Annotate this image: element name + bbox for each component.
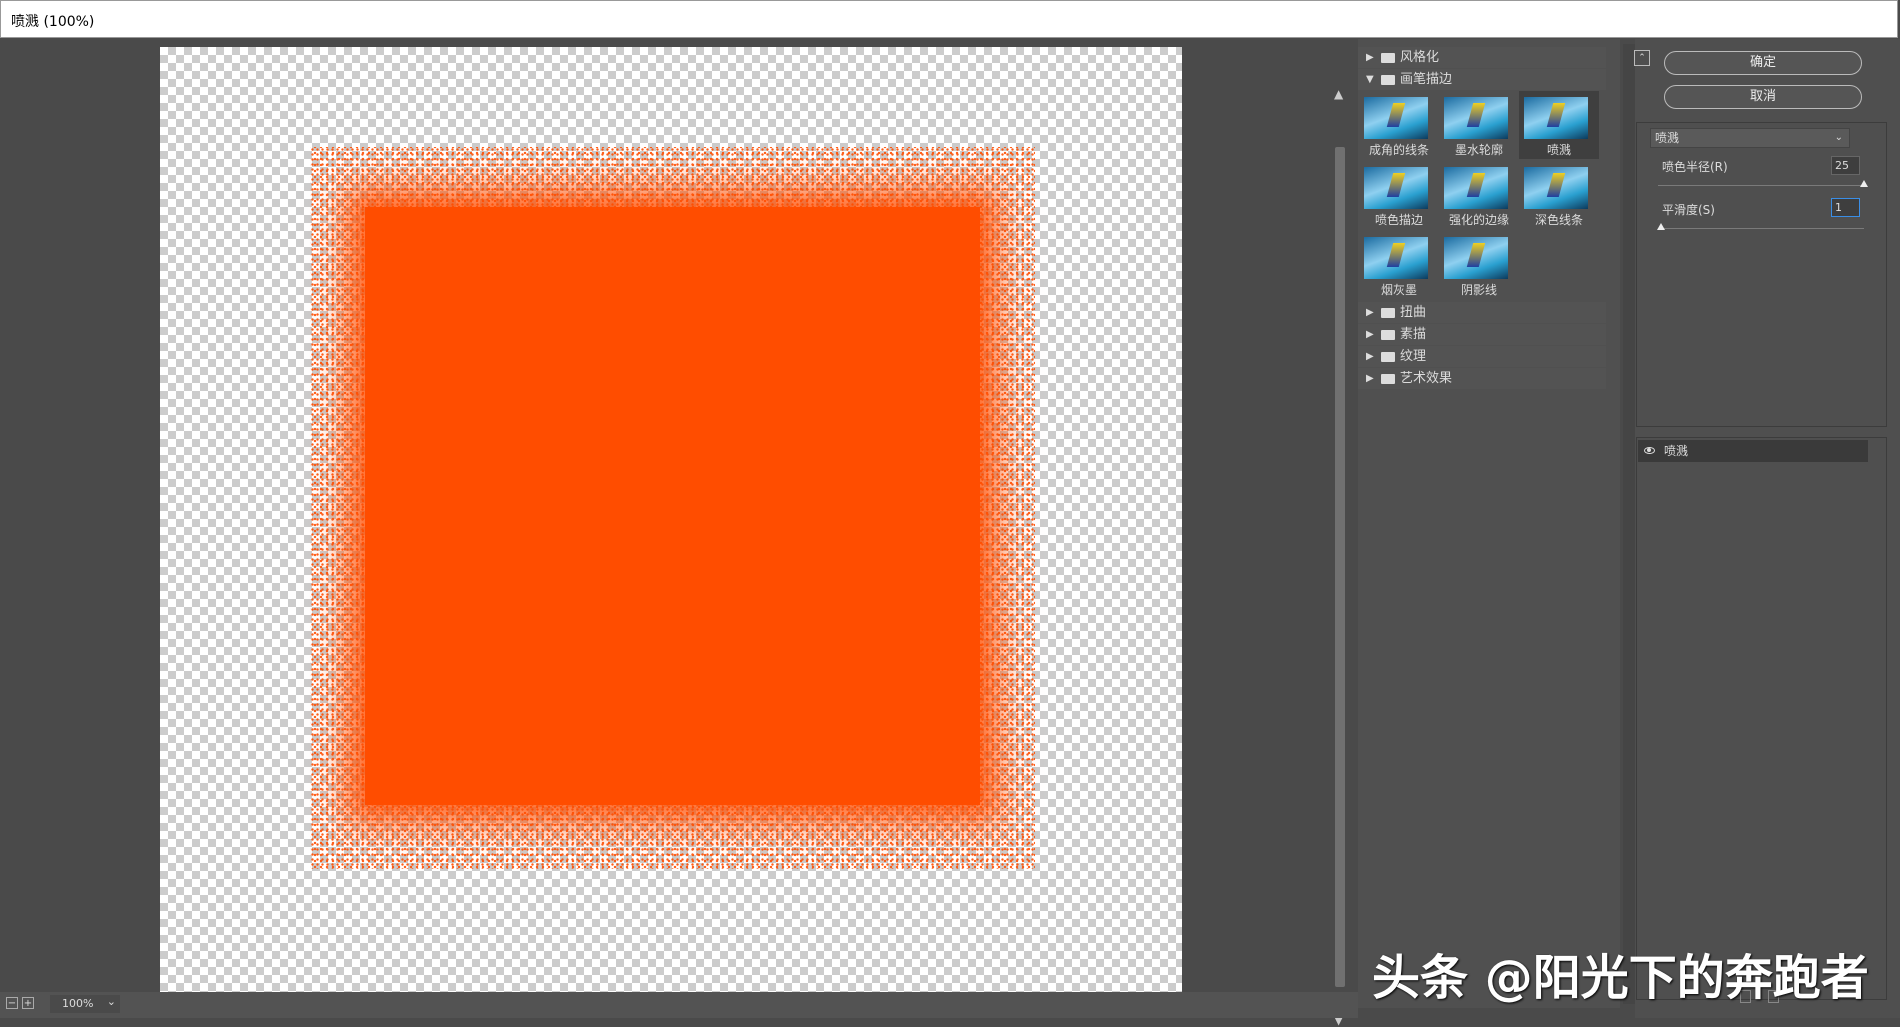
- collapsed-icon: ▶: [1366, 52, 1374, 63]
- zoom-out-button[interactable]: −: [6, 997, 18, 1009]
- smoothness-input[interactable]: 1: [1831, 198, 1860, 217]
- filter-select[interactable]: 喷溅 ⌄: [1650, 128, 1850, 148]
- preview-area[interactable]: ▲ ▼: [0, 39, 1358, 1027]
- collapsed-icon: ▶: [1366, 307, 1374, 318]
- cancel-button[interactable]: 取消: [1664, 85, 1862, 109]
- zoom-dropdown-icon[interactable]: ⌄: [107, 993, 116, 1011]
- filter-thumbnail: [1444, 167, 1508, 209]
- category-sketch[interactable]: ▶ 素描: [1358, 324, 1606, 345]
- filter-thumbnail: [1444, 97, 1508, 139]
- folder-icon: [1381, 374, 1395, 384]
- filter-thumbnail: [1444, 237, 1508, 279]
- filter-thumbnail: [1364, 167, 1428, 209]
- filter-select-value: 喷溅: [1655, 131, 1680, 145]
- collapse-gallery-icon[interactable]: ⌃: [1634, 50, 1650, 66]
- category-texture[interactable]: ▶ 纹理: [1358, 346, 1606, 367]
- preview-scrollbar[interactable]: ▲ ▼: [1332, 87, 1348, 1027]
- scroll-up-icon[interactable]: ▲: [1334, 87, 1343, 101]
- filter-sumi-e[interactable]: 烟灰墨: [1359, 231, 1439, 299]
- effect-layers-box: [1636, 437, 1887, 1000]
- collapsed-icon: ▶: [1366, 329, 1374, 340]
- watermark: 头条 @阳光下的奔跑者: [1372, 950, 1869, 1006]
- zoom-value: 100%: [62, 997, 94, 1010]
- smoothness-label: 平滑度(S): [1662, 203, 1715, 217]
- category-stylize[interactable]: ▶ 风格化: [1358, 47, 1606, 68]
- smoothness-slider[interactable]: [1657, 223, 1864, 230]
- expanded-icon: ▼: [1366, 74, 1374, 85]
- filter-label: 深色线条: [1534, 213, 1583, 227]
- filter-angled-strokes[interactable]: 成角的线条: [1359, 91, 1439, 159]
- filter-thumbnail: [1364, 237, 1428, 279]
- title-bar: 喷溅 (100%): [0, 0, 1898, 38]
- preview-canvas[interactable]: [160, 47, 1182, 992]
- filter-accented-edges[interactable]: 强化的边缘: [1439, 161, 1519, 229]
- radius-label: 喷色半径(R): [1662, 160, 1728, 174]
- zoom-bar: − + 100% ⌄: [0, 992, 1358, 1018]
- effect-layer-name: 喷溅: [1664, 444, 1689, 458]
- category-label: 扭曲: [1400, 305, 1427, 320]
- effect-layer-row[interactable]: 喷溅: [1638, 440, 1868, 462]
- filter-label: 强化的边缘: [1448, 213, 1509, 227]
- collapsed-icon: ▶: [1366, 351, 1374, 362]
- category-artistic[interactable]: ▶ 艺术效果: [1358, 368, 1606, 389]
- filter-label: 墨水轮廓: [1454, 143, 1503, 157]
- filter-crosshatch[interactable]: 阴影线: [1439, 231, 1519, 299]
- filter-label: 阴影线: [1460, 283, 1497, 297]
- folder-icon: [1381, 352, 1395, 362]
- folder-icon: [1381, 308, 1395, 318]
- category-label: 风格化: [1400, 50, 1440, 65]
- filter-thumbnail: [1524, 167, 1588, 209]
- filter-gallery: ▶ 风格化 ▼ 画笔描边 成角的线条 墨水轮廓 喷溅 喷色描边 强化的边缘 深色…: [1358, 39, 1620, 1008]
- category-label: 素描: [1400, 327, 1427, 342]
- gallery-scrollbar[interactable]: [1623, 44, 1635, 1004]
- filter-label: 成角的线条: [1368, 143, 1429, 157]
- orange-shape: [365, 207, 980, 805]
- window-title: 喷溅 (100%): [11, 14, 95, 30]
- radius-slider[interactable]: [1658, 180, 1868, 187]
- category-label: 纹理: [1400, 349, 1427, 364]
- filter-dark-strokes[interactable]: 深色线条: [1519, 161, 1599, 229]
- collapsed-icon: ▶: [1366, 373, 1374, 384]
- filter-sprayed-strokes[interactable]: 喷色描边: [1359, 161, 1439, 229]
- folder-icon: [1381, 75, 1395, 85]
- filter-label: 喷溅: [1546, 143, 1571, 157]
- category-label: 艺术效果: [1400, 371, 1453, 386]
- chevron-down-icon: ⌄: [1834, 132, 1843, 143]
- folder-icon: [1381, 53, 1395, 63]
- category-label: 画笔描边: [1400, 72, 1453, 87]
- slider-knob[interactable]: [1657, 223, 1665, 230]
- filter-label: 烟灰墨: [1380, 283, 1417, 297]
- filter-spatter[interactable]: 喷溅: [1519, 91, 1599, 159]
- filter-label: 喷色描边: [1374, 213, 1423, 227]
- folder-icon: [1381, 330, 1395, 340]
- scroll-thumb[interactable]: [1335, 147, 1345, 987]
- zoom-level[interactable]: 100% ⌄: [50, 995, 120, 1013]
- eye-icon[interactable]: [1644, 447, 1655, 454]
- filter-thumbnail: [1524, 97, 1588, 139]
- category-brush-strokes[interactable]: ▼ 画笔描边: [1358, 69, 1606, 90]
- filter-thumbnail: [1364, 97, 1428, 139]
- ok-button[interactable]: 确定: [1664, 51, 1862, 75]
- zoom-in-button[interactable]: +: [22, 997, 34, 1009]
- category-distort[interactable]: ▶ 扭曲: [1358, 302, 1606, 323]
- filter-ink-outlines[interactable]: 墨水轮廓: [1439, 91, 1519, 159]
- radius-input[interactable]: 25: [1831, 156, 1860, 175]
- slider-knob[interactable]: [1860, 180, 1868, 187]
